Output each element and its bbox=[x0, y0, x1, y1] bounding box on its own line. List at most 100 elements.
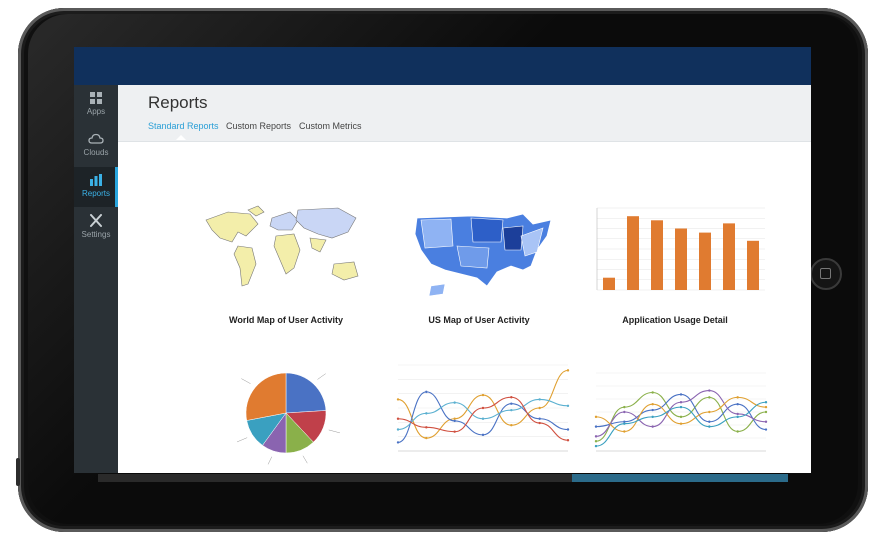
bar bbox=[603, 277, 615, 290]
data-point bbox=[708, 410, 711, 414]
data-point bbox=[736, 396, 739, 399]
series-line bbox=[397, 369, 569, 439]
screen-edge-accent bbox=[572, 474, 788, 482]
application-usage-bar-chart bbox=[596, 207, 765, 291]
data-point bbox=[708, 389, 711, 392]
tab-custom-metrics[interactable]: Custom Metrics bbox=[299, 121, 362, 131]
data-point bbox=[594, 435, 598, 438]
tab-standard-reports[interactable]: Standard Reports bbox=[148, 121, 219, 131]
data-point bbox=[594, 425, 598, 428]
pie-leader-line bbox=[328, 429, 340, 434]
screen-bottom-edge bbox=[98, 474, 788, 482]
top-bar bbox=[74, 47, 811, 85]
data-point bbox=[566, 428, 570, 431]
report-card-us-map[interactable]: US Map of User Activity bbox=[389, 202, 569, 327]
data-point bbox=[396, 417, 400, 420]
report-card-line-chart-2[interactable] bbox=[582, 367, 772, 467]
data-point bbox=[566, 369, 570, 372]
pie-leader-line bbox=[241, 378, 251, 384]
sidebar-item-label: Settings bbox=[81, 230, 111, 239]
data-point bbox=[764, 428, 768, 431]
data-point bbox=[679, 405, 683, 409]
sidebar-item-label: Apps bbox=[86, 107, 106, 116]
data-point bbox=[623, 430, 626, 433]
data-point bbox=[651, 391, 654, 394]
sidebar-item-reports[interactable]: Reports bbox=[74, 167, 118, 207]
bar bbox=[627, 216, 639, 290]
data-point bbox=[764, 420, 768, 423]
bar bbox=[675, 228, 687, 290]
world-map-thumbnail bbox=[205, 205, 359, 287]
pie-leader-line bbox=[302, 455, 308, 464]
home-button[interactable] bbox=[810, 258, 842, 290]
active-tab-caret bbox=[176, 135, 186, 140]
pie-leader-line bbox=[317, 373, 326, 380]
data-point bbox=[510, 408, 513, 412]
pie-chart bbox=[236, 372, 340, 465]
line-chart-2 bbox=[594, 372, 768, 452]
data-point bbox=[594, 440, 598, 443]
data-point bbox=[651, 415, 654, 419]
sidebar-item-clouds[interactable]: Clouds bbox=[74, 126, 118, 166]
tab-custom-reports[interactable]: Custom Reports bbox=[226, 121, 291, 131]
data-point bbox=[481, 417, 485, 420]
data-point bbox=[538, 417, 541, 420]
pie-leader-line bbox=[236, 437, 248, 443]
data-point bbox=[425, 390, 428, 394]
data-point bbox=[736, 430, 739, 433]
data-point bbox=[594, 444, 598, 448]
tools-icon bbox=[90, 214, 102, 227]
report-card-application-usage[interactable]: Application Usage Detail bbox=[579, 202, 771, 327]
page-title: Reports bbox=[148, 93, 208, 112]
us-map-thumbnail bbox=[414, 213, 552, 297]
page-header: Reports Standard Reports Custom Reports … bbox=[118, 85, 811, 142]
data-point bbox=[679, 401, 683, 404]
tablet-screen: Apps Clouds Reports Settings Reports Sta… bbox=[74, 47, 811, 473]
pie-slice bbox=[245, 372, 287, 421]
bar bbox=[699, 232, 711, 290]
series-line bbox=[397, 398, 569, 431]
data-point bbox=[764, 405, 768, 409]
sidebar-item-label: Reports bbox=[81, 189, 110, 198]
data-point bbox=[679, 415, 683, 419]
apps-grid-icon bbox=[90, 92, 102, 104]
bar bbox=[723, 223, 735, 290]
data-point bbox=[566, 404, 570, 408]
report-title: US Map of User Activity bbox=[428, 315, 530, 325]
data-point bbox=[708, 425, 711, 428]
data-point bbox=[396, 441, 400, 444]
data-point bbox=[510, 396, 513, 399]
data-point bbox=[651, 425, 654, 428]
data-point bbox=[594, 415, 598, 419]
sidebar-item-apps[interactable]: Apps bbox=[74, 85, 118, 125]
cloud-icon bbox=[88, 133, 104, 144]
data-point bbox=[708, 396, 711, 399]
data-point bbox=[481, 406, 485, 410]
data-point bbox=[538, 421, 541, 425]
data-point bbox=[396, 428, 400, 431]
data-point bbox=[623, 405, 626, 409]
data-point bbox=[453, 401, 456, 404]
report-card-line-chart-1[interactable] bbox=[384, 359, 574, 467]
volume-button bbox=[16, 458, 20, 486]
data-point bbox=[736, 403, 739, 406]
pie-slice bbox=[285, 372, 327, 414]
data-point bbox=[425, 436, 428, 440]
report-card-world-map[interactable]: World Map of User Activity bbox=[196, 202, 376, 327]
data-point bbox=[566, 439, 570, 442]
data-point bbox=[764, 410, 768, 414]
report-title: World Map of User Activity bbox=[228, 315, 344, 325]
data-point bbox=[453, 430, 456, 433]
data-point bbox=[481, 393, 485, 397]
data-point bbox=[510, 402, 513, 405]
pie-leader-line bbox=[267, 456, 273, 465]
data-point bbox=[623, 410, 626, 414]
data-point bbox=[736, 412, 739, 416]
report-card-pie-chart[interactable] bbox=[224, 359, 374, 467]
sidebar-item-settings[interactable]: Settings bbox=[74, 208, 118, 248]
data-point bbox=[623, 422, 626, 425]
data-point bbox=[453, 417, 456, 420]
data-point bbox=[651, 403, 654, 406]
report-title: Application Usage Detail bbox=[622, 315, 728, 325]
data-point bbox=[425, 426, 428, 429]
